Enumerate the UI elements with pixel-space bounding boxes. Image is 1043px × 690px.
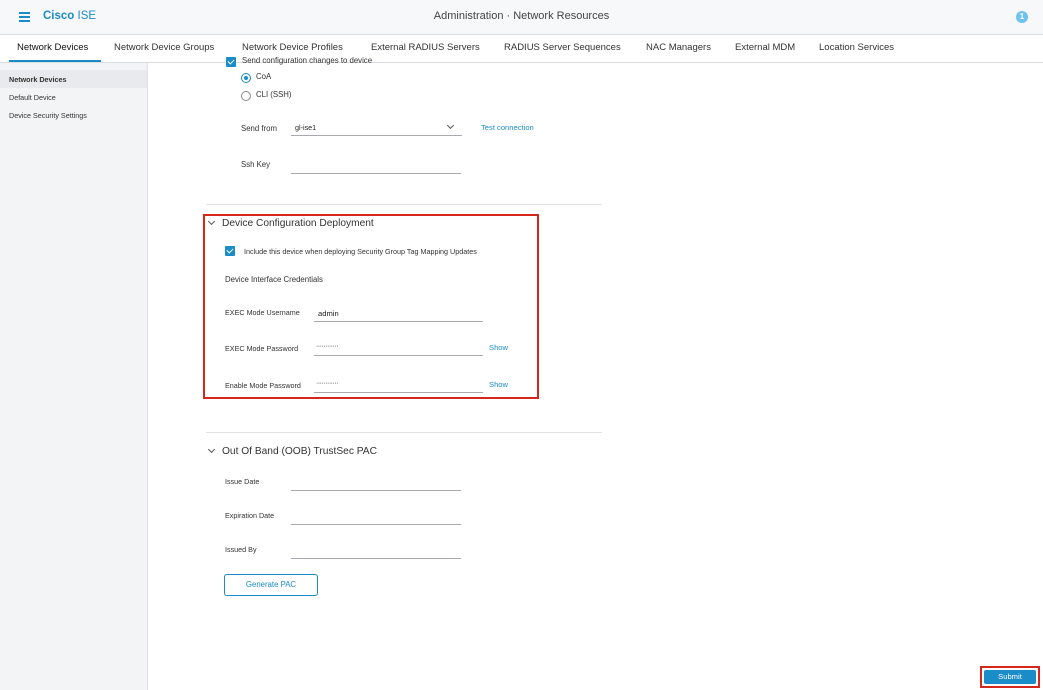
tab-radius-server-sequences[interactable]: RADIUS Server Sequences [504,42,621,53]
top-bar: Cisco ISE Administration · Network Resou… [0,0,1043,35]
ssh-key-input[interactable] [291,159,461,174]
tab-network-device-groups[interactable]: Network Device Groups [114,42,214,53]
tab-external-mdm[interactable]: External MDM [735,42,795,53]
tab-bar: Network Devices Network Device Groups Ne… [0,35,1043,63]
include-device-label: Include this device when deploying Secur… [244,247,477,256]
sidebar-item-network-devices[interactable]: Network Devices [0,70,147,88]
issue-date-label: Issue Date [225,477,260,486]
issue-date-input[interactable] [291,476,461,491]
enable-password-label: Enable Mode Password [225,381,301,390]
section-divider [206,432,602,433]
radio-cli-label: CLI (SSH) [256,90,292,99]
collapse-chevron-icon[interactable] [207,445,216,454]
issued-by-input[interactable] [291,544,461,559]
enable-password-input[interactable]: ············ [314,378,483,393]
notification-badge[interactable]: 1 [1016,11,1028,23]
sidebar: Network Devices Default Device Device Se… [0,63,148,690]
submit-button[interactable]: Submit [984,670,1036,684]
tab-network-device-profiles[interactable]: Network Device Profiles [242,42,343,53]
exec-password-input[interactable]: ············ [314,341,483,356]
issued-by-label: Issued By [225,545,257,554]
expiration-date-input[interactable] [291,510,461,525]
submit-highlight: Submit [980,666,1040,688]
credentials-heading: Device Interface Credentials [225,275,323,284]
sidebar-item-device-security-settings[interactable]: Device Security Settings [0,106,147,124]
tab-location-services[interactable]: Location Services [819,42,894,53]
radio-coa-label: CoA [256,72,272,81]
radio-cli-ssh[interactable] [241,91,251,101]
include-device-checkbox[interactable] [225,246,235,256]
send-from-select[interactable]: gl-ise1 [291,121,462,136]
exec-password-show-link[interactable]: Show [489,343,508,352]
exec-username-label: EXEC Mode Username [225,308,300,317]
exec-password-label: EXEC Mode Password [225,344,299,353]
test-connection-link[interactable]: Test connection [481,123,534,132]
ssh-key-label: Ssh Key [241,160,271,169]
chevron-down-icon [446,121,455,130]
tab-nac-managers[interactable]: NAC Managers [646,42,711,53]
exec-username-input[interactable]: admin [314,307,483,322]
send-from-label: Send from [241,124,277,133]
expiration-date-label: Expiration Date [225,511,275,520]
section-divider [206,204,602,205]
enable-password-show-link[interactable]: Show [489,380,508,389]
send-config-label: Send configuration changes to device [242,56,373,65]
deployment-section-title[interactable]: Device Configuration Deployment [222,218,374,229]
tab-network-devices[interactable]: Network Devices [17,42,88,53]
sidebar-item-default-device[interactable]: Default Device [0,88,147,106]
send-config-checkbox[interactable] [226,57,236,67]
active-tab-indicator [9,60,101,62]
tab-external-radius-servers[interactable]: External RADIUS Servers [371,42,480,53]
generate-pac-button[interactable]: Generate PAC [224,574,318,596]
page-title: Administration · Network Resources [433,10,610,22]
main-content: Send configuration changes to device CoA… [148,56,1043,690]
oob-section-title[interactable]: Out Of Band (OOB) TrustSec PAC [222,446,377,457]
radio-coa[interactable] [241,73,251,83]
